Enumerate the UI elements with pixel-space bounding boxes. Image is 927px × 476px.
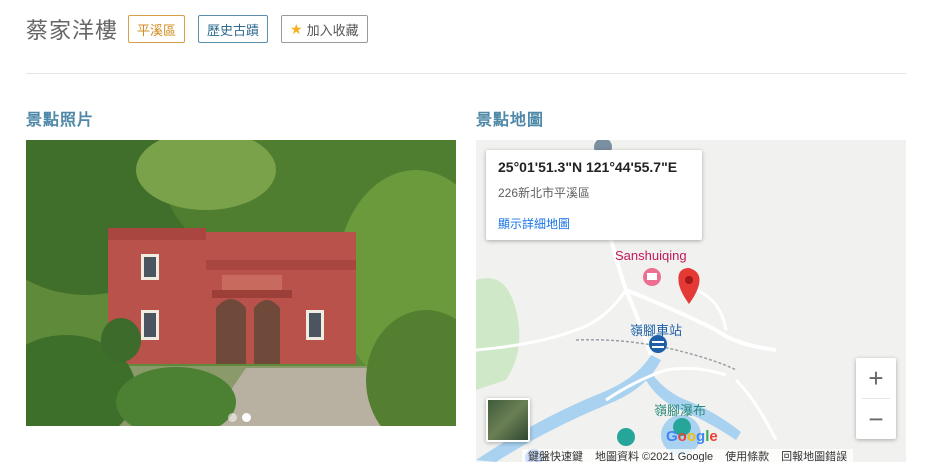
map-footer: 鍵盤快速鍵 地圖資料 ©2021 Google 使用條款 回報地圖錯誤: [522, 448, 854, 463]
coordinates-text: 25°01'51.3"N 121°44'55.7"E: [498, 159, 678, 175]
zoom-controls: + −: [856, 358, 896, 439]
zoom-out-button[interactable]: −: [856, 399, 896, 439]
title-row: 蔡家洋樓 平溪區 歷史古蹟 ★ 加入收藏: [26, 12, 381, 46]
satellite-view-toggle[interactable]: [486, 398, 530, 442]
attraction-photo-carousel[interactable]: [26, 140, 456, 426]
header-divider: [26, 73, 906, 74]
address-text: 226新北市平溪區: [498, 186, 591, 200]
attraction-photo: [26, 140, 456, 426]
carousel-dot-active[interactable]: [242, 413, 251, 422]
carousel-indicators: [228, 413, 251, 422]
station-label: 嶺腳車站: [630, 323, 683, 338]
keyboard-shortcuts-link[interactable]: 鍵盤快速鍵: [522, 448, 589, 463]
map-info-card: 25°01'51.3"N 121°44'55.7"E 226新北市平溪區 顯示詳…: [486, 150, 702, 240]
page-title: 蔡家洋樓: [26, 18, 119, 43]
carousel-dot[interactable]: [228, 413, 237, 422]
waterfall-label: 嶺腳瀑布: [654, 403, 707, 418]
add-favorite-button[interactable]: ★ 加入收藏: [281, 15, 368, 43]
add-favorite-label: 加入收藏: [306, 22, 359, 38]
terms-link[interactable]: 使用條款: [719, 448, 775, 463]
star-icon: ★: [290, 20, 303, 37]
map-data-text: 地圖資料 ©2021 Google: [595, 450, 714, 463]
zoom-in-button[interactable]: +: [856, 358, 896, 398]
category-tag[interactable]: 歷史古蹟: [198, 15, 269, 43]
google-logo: Google: [666, 428, 718, 445]
report-error-link[interactable]: 回報地圖錯誤: [775, 448, 853, 463]
photo-section-title: 景點照片: [26, 112, 95, 129]
map-section-title: 景點地圖: [476, 112, 545, 129]
view-larger-map-link[interactable]: 顯示詳細地圖: [498, 215, 690, 232]
district-tag[interactable]: 平溪區: [128, 15, 186, 43]
attraction-map[interactable]: 25°01'51.3"N 121°44'55.7"E 226新北市平溪區 顯示詳…: [476, 140, 906, 462]
place-label: Sanshuiqing: [615, 248, 687, 263]
